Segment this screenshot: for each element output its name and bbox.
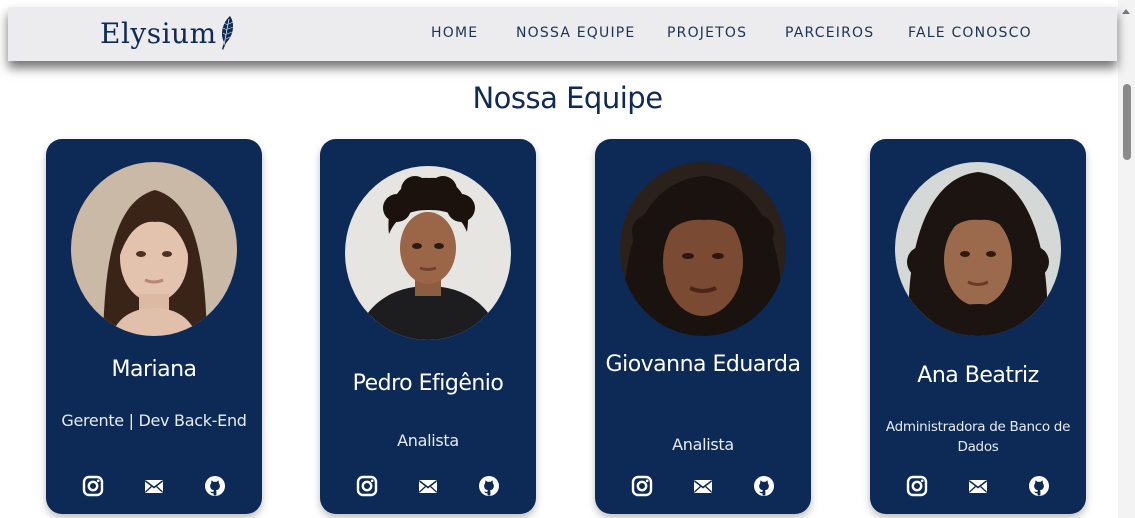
github-icon[interactable] <box>204 475 226 497</box>
instagram-icon[interactable] <box>906 475 928 497</box>
mail-icon[interactable] <box>143 475 165 497</box>
github-icon[interactable] <box>1028 475 1050 497</box>
member-photo <box>345 166 511 340</box>
github-icon[interactable] <box>753 475 775 497</box>
social-links <box>595 475 811 497</box>
member-name: Giovanna Eduarda <box>605 352 801 377</box>
nav-nossa-equipe-link[interactable]: NOSSA EQUIPE <box>516 25 635 41</box>
social-links <box>870 475 1086 497</box>
member-photo <box>895 162 1061 336</box>
member-role: Analista <box>397 431 459 450</box>
member-role: Gerente | Dev Back-End <box>61 411 247 430</box>
instagram-icon[interactable] <box>82 475 104 497</box>
team-card-ana-beatriz: Ana Beatriz Administradora de Banco de D… <box>870 139 1086 514</box>
team-card-giovanna: Giovanna Eduarda Analista <box>595 139 811 514</box>
mail-icon[interactable] <box>417 475 439 497</box>
member-photo <box>620 162 786 336</box>
nav-projetos-link[interactable]: PROJETOS <box>667 25 747 41</box>
member-name: Ana Beatriz <box>917 363 1039 388</box>
member-role: Analista <box>672 435 734 454</box>
mail-icon[interactable] <box>692 475 714 497</box>
member-name: Pedro Efigênio <box>352 371 504 396</box>
brand-name: Elysium <box>100 16 217 50</box>
social-links <box>46 475 262 497</box>
team-card-mariana: Mariana Gerente | Dev Back-End <box>46 139 262 514</box>
member-photo <box>71 162 237 336</box>
top-navbar: Elysium HOME NOSSA EQUIPE PROJETOS PARCE… <box>8 7 1117 61</box>
team-card-pedro: Pedro Efigênio Analista <box>320 139 536 514</box>
nav-fale-conosco-link[interactable]: FALE CONOSCO <box>908 25 1032 41</box>
vertical-scrollbar[interactable] <box>1118 0 1135 518</box>
brand-logo[interactable]: Elysium <box>100 13 236 53</box>
feather-icon <box>221 16 233 50</box>
nav-parceiros-link[interactable]: PARCEIROS <box>785 25 874 41</box>
instagram-icon[interactable] <box>631 475 653 497</box>
social-links <box>320 475 536 497</box>
github-icon[interactable] <box>478 475 500 497</box>
page-title: Nossa Equipe <box>472 81 663 115</box>
instagram-icon[interactable] <box>356 475 378 497</box>
mail-icon[interactable] <box>967 475 989 497</box>
member-role: Administradora de Banco de Dados <box>885 419 1071 455</box>
scroll-up-arrow-icon[interactable] <box>1122 9 1130 14</box>
nav-home-link[interactable]: HOME <box>431 25 478 41</box>
member-name: Mariana <box>111 357 197 382</box>
